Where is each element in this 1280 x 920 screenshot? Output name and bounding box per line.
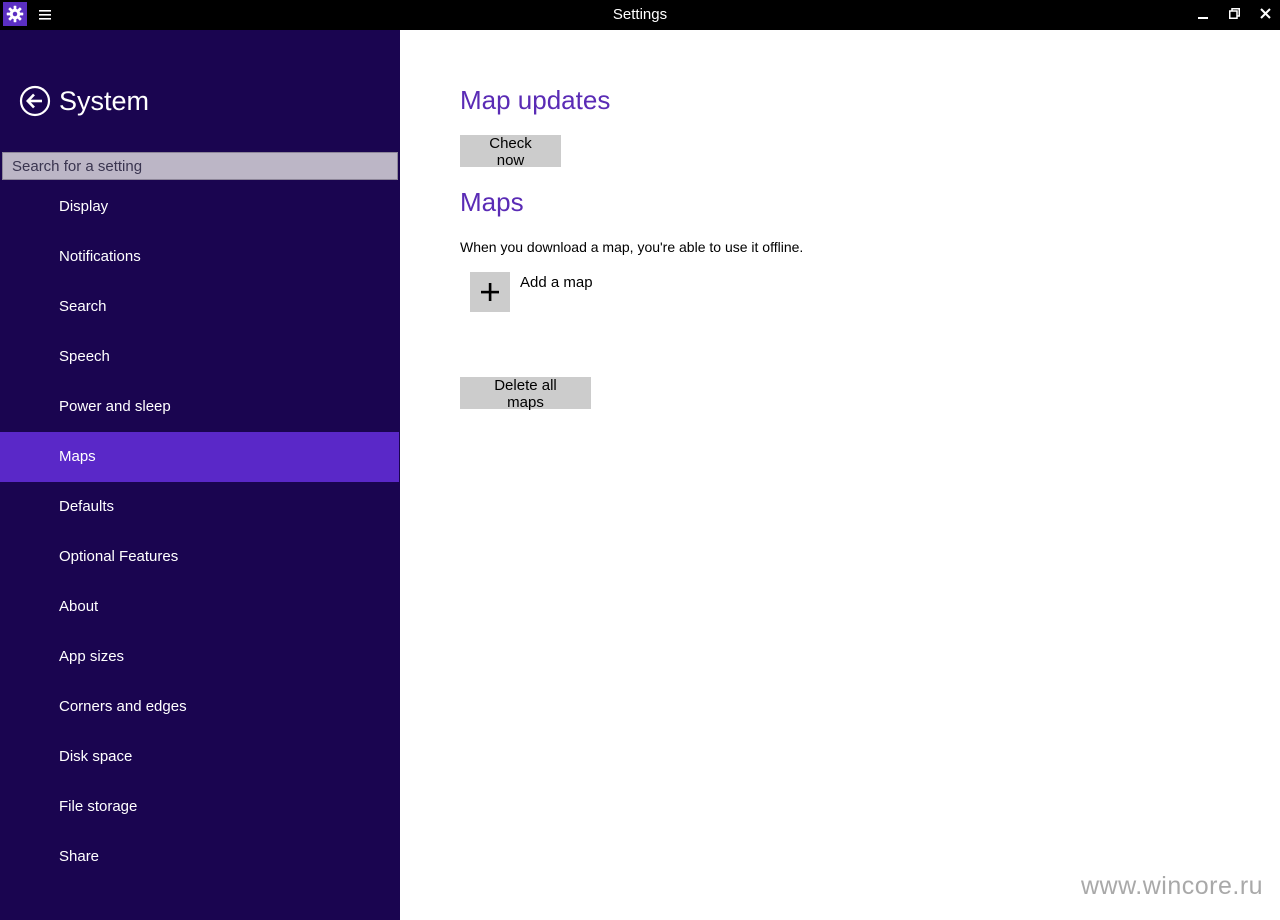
sidebar-item-file-storage[interactable]: File storage (0, 782, 400, 832)
map-updates-heading: Map updates (460, 85, 611, 115)
sidebar-item-display[interactable]: Display (0, 182, 400, 232)
add-map-button[interactable]: Add a map (470, 272, 593, 312)
sidebar-item-speech[interactable]: Speech (0, 332, 400, 382)
sidebar: System Display Notifications Search Spee… (0, 30, 400, 920)
gear-icon (3, 2, 27, 26)
sidebar-item-disk-space[interactable]: Disk space (0, 732, 400, 782)
sidebar-item-power-and-sleep[interactable]: Power and sleep (0, 382, 400, 432)
sidebar-header: System (19, 84, 149, 118)
maps-heading: Maps (460, 187, 524, 217)
title-bar: Settings (0, 0, 1280, 30)
watermark: www.wincore.ru (1081, 872, 1264, 900)
sidebar-item-optional-features[interactable]: Optional Features (0, 532, 400, 582)
minimize-button[interactable] (1187, 0, 1219, 30)
main-content: Map updates Check now Maps When you down… (400, 30, 1280, 920)
maps-description: When you download a map, you're able to … (460, 239, 804, 255)
minimize-icon (1198, 6, 1208, 24)
sidebar-item-defaults[interactable]: Defaults (0, 482, 400, 532)
sidebar-item-notifications[interactable]: Notifications (0, 232, 400, 282)
delete-all-maps-button[interactable]: Delete all maps (460, 377, 591, 411)
restore-button[interactable] (1218, 0, 1250, 30)
back-arrow-icon[interactable] (19, 85, 51, 117)
check-now-button[interactable]: Check now (460, 135, 561, 169)
window-title: Settings (612, 6, 668, 23)
sidebar-item-share[interactable]: Share (0, 832, 400, 882)
hamburger-icon[interactable] (36, 6, 54, 24)
sidebar-title: System (59, 85, 150, 116)
search-input[interactable] (2, 152, 398, 180)
sidebar-item-maps[interactable]: Maps (0, 432, 399, 482)
close-icon (1259, 6, 1271, 24)
close-button[interactable] (1249, 0, 1280, 30)
sidebar-item-about[interactable]: About (0, 582, 400, 632)
restore-icon (1228, 6, 1240, 24)
sidebar-item-search[interactable]: Search (0, 282, 400, 332)
add-map-label: Add a map (520, 274, 593, 291)
settings-nav: Display Notifications Search Speech Powe… (0, 182, 400, 882)
plus-icon (470, 272, 510, 312)
sidebar-item-app-sizes[interactable]: App sizes (0, 632, 400, 682)
sidebar-item-corners-and-edges[interactable]: Corners and edges (0, 682, 400, 732)
